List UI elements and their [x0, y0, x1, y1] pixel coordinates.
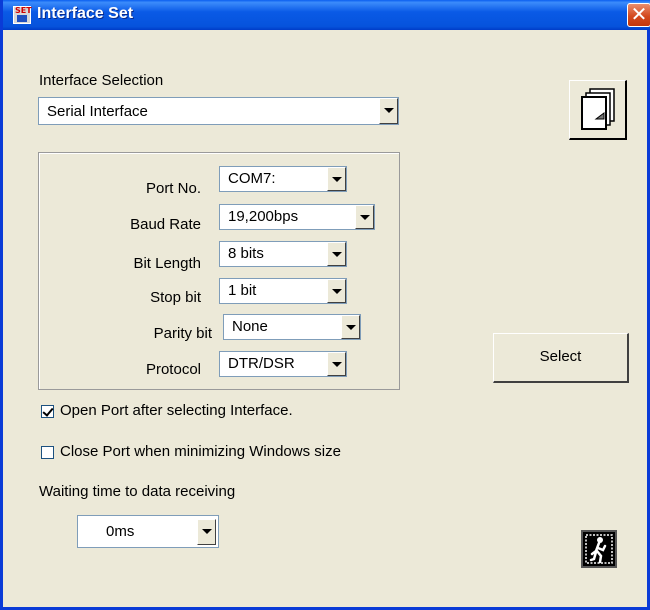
- baud-label: Baud Rate: [130, 216, 201, 233]
- waiting-time-label: Waiting time to data receiving: [39, 483, 236, 500]
- port-label: Port No.: [145, 180, 201, 197]
- bits-label: Bit Length: [133, 255, 201, 272]
- stop-select-value: 1 bit: [228, 282, 257, 299]
- stop-select[interactable]: 1 bit: [219, 278, 347, 304]
- chevron-down-icon[interactable]: [355, 205, 374, 229]
- interface-select-value: Serial Interface: [47, 103, 148, 120]
- bits-select-value: 8 bits: [228, 245, 264, 262]
- pages-icon: [581, 88, 615, 130]
- interface-select[interactable]: Serial Interface: [38, 97, 399, 125]
- protocol-label: Protocol: [145, 361, 201, 378]
- bits-select[interactable]: 8 bits: [219, 241, 347, 267]
- protocol-select[interactable]: DTR/DSR: [219, 351, 347, 377]
- waiting-time-select[interactable]: 0ms: [77, 515, 219, 548]
- title-bar[interactable]: SET Interface Set ✕: [3, 0, 650, 30]
- open-port-checkbox[interactable]: [41, 405, 54, 418]
- port-select[interactable]: COM7:: [219, 166, 347, 192]
- window-title: Interface Set: [37, 5, 134, 22]
- parity-select-value: None: [232, 318, 268, 335]
- close-port-label[interactable]: Close Port when minimizing Windows size: [60, 443, 341, 460]
- exit-door-icon: [585, 534, 613, 564]
- close-port-checkbox[interactable]: [41, 446, 54, 459]
- protocol-select-value: DTR/DSR: [228, 355, 295, 372]
- chevron-down-icon[interactable]: [327, 167, 346, 191]
- chevron-down-icon[interactable]: [327, 242, 346, 266]
- close-button[interactable]: ✕: [627, 3, 650, 27]
- app-set-icon: SET: [13, 6, 32, 24]
- pages-button[interactable]: [569, 80, 627, 140]
- chevron-down-icon[interactable]: [341, 315, 360, 339]
- chevron-down-icon[interactable]: [327, 279, 346, 303]
- select-button[interactable]: Select: [493, 333, 629, 383]
- port-select-value: COM7:: [228, 170, 276, 187]
- baud-select-value: 19,200bps: [228, 208, 299, 225]
- interface-selection-label: Interface Selection: [39, 72, 164, 89]
- waiting-time-value: 0ms: [106, 523, 135, 540]
- parity-label: Parity bit: [153, 325, 212, 342]
- stop-label: Stop bit: [150, 289, 201, 306]
- parity-select[interactable]: None: [223, 314, 361, 340]
- open-port-label[interactable]: Open Port after selecting Interface.: [60, 402, 293, 419]
- interface-set-window: SET Interface Set ✕ Interface Selection …: [0, 0, 650, 610]
- chevron-down-icon[interactable]: [379, 98, 398, 124]
- chevron-down-icon[interactable]: [197, 519, 216, 545]
- baud-select[interactable]: 19,200bps: [219, 204, 375, 230]
- exit-button[interactable]: [581, 530, 617, 568]
- chevron-down-icon[interactable]: [327, 352, 346, 376]
